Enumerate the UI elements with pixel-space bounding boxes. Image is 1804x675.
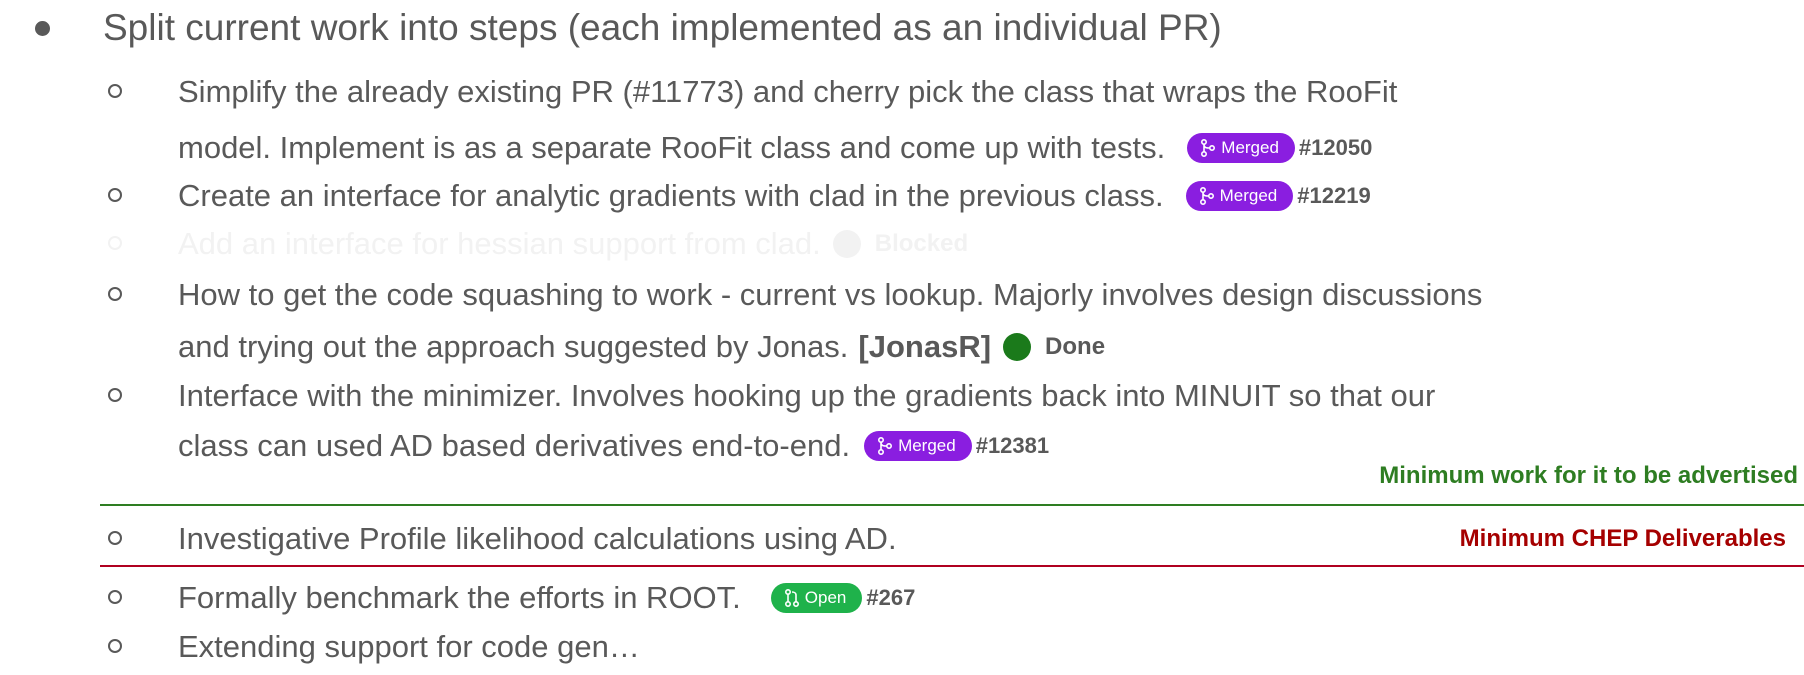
main-bullet: Split current work into steps (each impl…: [35, 2, 1222, 54]
list-item-hessian-support: Add an interface for hessian support fro…: [108, 216, 1788, 272]
merge-icon: [878, 437, 893, 455]
list-item-code-squashing: How to get the code squashing to work - …: [108, 267, 1788, 379]
status-label: Done: [1045, 333, 1106, 360]
item-line-text: Formally benchmark the efforts in ROOT.: [178, 580, 741, 615]
advertised-annotation: Minimum work for it to be advertised: [1379, 462, 1798, 489]
open-badge[interactable]: Open: [770, 583, 863, 613]
item-line: Extending support for code gen…: [178, 629, 640, 664]
circle-bullet-icon: [108, 188, 122, 202]
circle-bullet-icon: [108, 590, 122, 604]
pull-request-icon: [784, 589, 799, 607]
list-item-profile-likelihood: Investigative Profile likelihood calcula…: [108, 511, 1608, 567]
main-bullet-text: Split current work into steps (each impl…: [103, 7, 1222, 48]
item-line: Simplify the already existing PR (#11773…: [178, 74, 1398, 109]
list-item-simplify-pr: Simplify the already existing PR (#11773…: [108, 64, 1788, 176]
item-line: Investigative Profile likelihood calcula…: [178, 521, 897, 556]
circle-bullet-icon: [108, 287, 122, 301]
item-line-text: Add an interface for hessian support fro…: [178, 226, 821, 261]
circle-bullet-icon: [108, 639, 122, 653]
assignee-tag: [JonasR]: [858, 329, 992, 364]
item-line-text: class can used AD based derivatives end-…: [178, 428, 851, 463]
bullet-icon: [35, 20, 50, 36]
pr-number-link[interactable]: #267: [866, 570, 915, 626]
merged-badge[interactable]: Merged: [864, 431, 972, 461]
circle-bullet-icon: [108, 388, 122, 402]
circle-bullet-icon: [108, 236, 122, 250]
list-item-benchmark: Formally benchmark the efforts in ROOT. …: [108, 570, 1608, 626]
slide: Split current work into steps (each impl…: [0, 0, 1804, 671]
list-item-code-gen: Extending support for code gen…: [108, 619, 1608, 671]
merged-badge[interactable]: Merged: [1187, 133, 1295, 163]
chep-annotation: Minimum CHEP Deliverables: [1459, 525, 1786, 552]
status-dot-icon: [832, 230, 861, 258]
chep-divider: [100, 565, 1804, 567]
badge-label: Merged: [1219, 186, 1278, 205]
merge-icon: [1199, 187, 1214, 205]
item-line: How to get the code squashing to work - …: [178, 277, 1483, 312]
circle-bullet-icon: [108, 531, 122, 545]
merge-icon: [1201, 139, 1216, 157]
item-line: Interface with the minimizer. Involves h…: [178, 378, 1436, 413]
item-line-text: and trying out the approach suggested by…: [178, 329, 849, 364]
badge-label: Merged: [898, 436, 956, 455]
advertised-divider: [100, 504, 1804, 506]
badge-label: Open: [804, 588, 847, 607]
badge-label: Merged: [1221, 138, 1279, 157]
status-label: Blocked: [874, 230, 969, 257]
pr-number-link[interactable]: #12381: [976, 418, 1049, 474]
merged-badge[interactable]: Merged: [1185, 181, 1294, 211]
circle-bullet-icon: [108, 84, 122, 98]
status-dot-icon: [1003, 333, 1032, 361]
